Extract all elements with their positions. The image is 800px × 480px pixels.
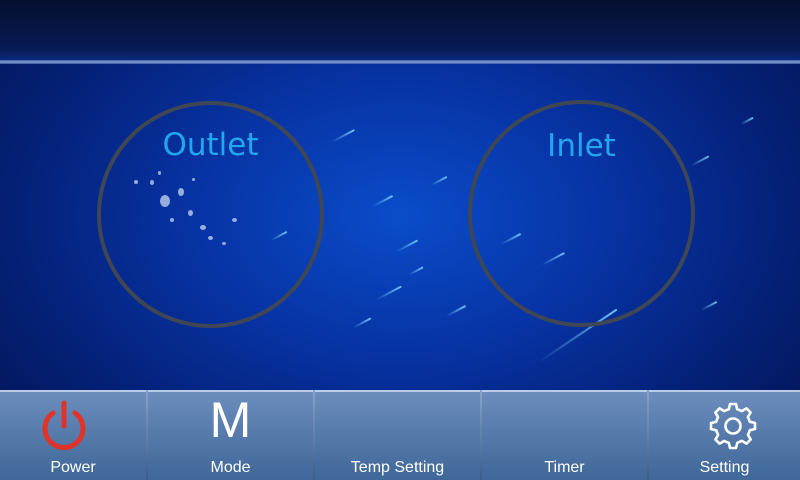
temp-setting-label: Temp Setting (350, 459, 445, 476)
outlet-label: Outlet (162, 127, 259, 163)
power-icon (42, 400, 86, 450)
mode-label: Mode (210, 459, 251, 476)
outlet-dial: Outlet (97, 101, 324, 328)
top-divider (0, 60, 800, 64)
top-bar (0, 0, 800, 62)
setting-button[interactable]: Setting (649, 390, 800, 480)
inlet-dial: Inlet (468, 100, 695, 327)
power-button[interactable]: Power (0, 390, 146, 480)
timer-label: Timer (544, 459, 585, 476)
mode-button[interactable]: M Mode (148, 390, 313, 480)
timer-button[interactable]: Timer (482, 390, 647, 480)
mode-icon: M (209, 392, 252, 448)
inlet-label: Inlet (547, 128, 616, 164)
bottom-nav-bar: Power M Mode Temp Setting Timer Setting (0, 390, 800, 480)
temp-setting-button[interactable]: Temp Setting (315, 390, 480, 480)
setting-label: Setting (699, 459, 750, 476)
gear-icon (709, 402, 757, 450)
power-label: Power (50, 459, 96, 476)
